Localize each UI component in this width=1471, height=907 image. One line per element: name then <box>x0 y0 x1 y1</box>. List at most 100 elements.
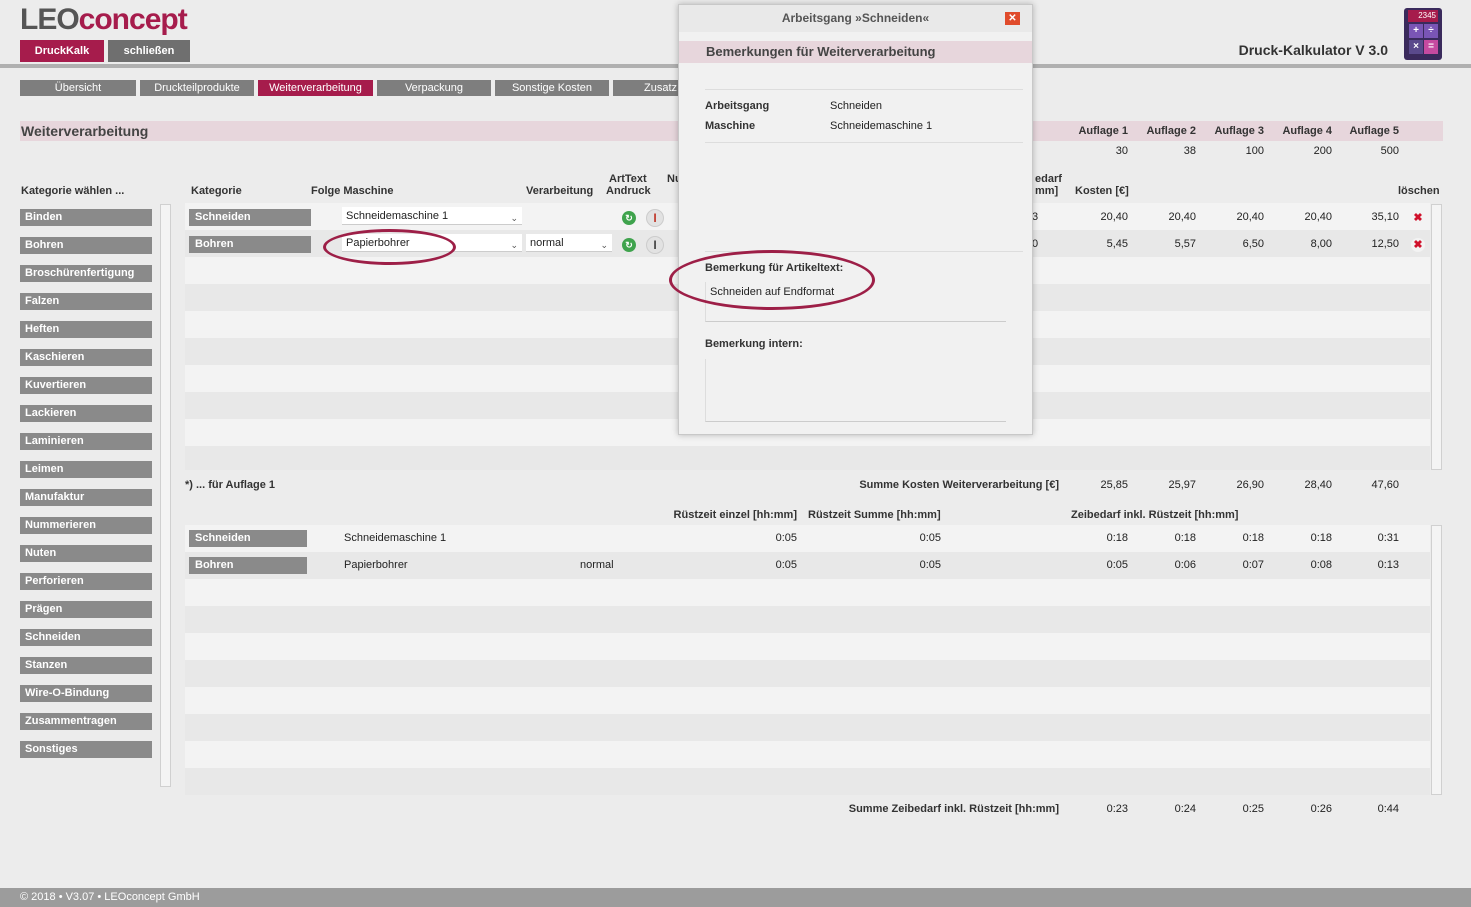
summe-zeibedarf-value: 0:26 <box>1310 803 1332 815</box>
summe-zeibedarf-value: 0:24 <box>1174 803 1196 815</box>
chevron-down-icon: ⌄ <box>510 240 518 250</box>
ruestzeit-einzel: 0:05 <box>775 532 797 544</box>
row-kategorie: Schneiden <box>189 530 307 547</box>
table-row <box>185 606 1430 633</box>
table-row <box>185 714 1430 741</box>
times-scrollbar[interactable] <box>1431 525 1442 795</box>
auflage-value: 30 <box>1115 145 1128 157</box>
sidebar-item-falzen[interactable]: Falzen <box>20 293 152 310</box>
delete-icon[interactable]: ✖ <box>1411 238 1425 252</box>
kosten-value: 20,40 <box>1304 211 1332 223</box>
col-kategorie: Kategorie <box>191 185 242 197</box>
row-verarbeitung: normal <box>580 559 614 571</box>
intern-label: Bemerkung intern: <box>705 338 803 350</box>
zeibedarf-value: 0:31 <box>1377 532 1399 544</box>
summe-zeibedarf-value: 0:23 <box>1106 803 1128 815</box>
auflage-label: Auflage 5 <box>1349 125 1399 137</box>
text-cursor-icon[interactable]: I <box>646 236 664 254</box>
dialog-title: Arbeitsgang »Schneiden« <box>679 5 1032 32</box>
app-logo: LEOconcept <box>20 3 188 36</box>
delete-icon[interactable]: ✖ <box>1411 211 1425 225</box>
tab-verpackung[interactable]: Verpackung <box>377 80 491 96</box>
arbeitsgang-value: Schneiden <box>830 100 882 112</box>
table-row <box>185 633 1430 660</box>
kosten-value: 20,40 <box>1236 211 1264 223</box>
ruestzeit-summe: 0:05 <box>919 559 941 571</box>
auflage-label: Auflage 4 <box>1282 125 1332 137</box>
sidebar-item-nummerieren[interactable]: Nummerieren <box>20 517 152 534</box>
summe-kosten-value: 26,90 <box>1236 479 1264 491</box>
tab-uebersicht[interactable]: Übersicht <box>20 80 136 96</box>
tab-druckteilprodukte[interactable]: Druckteilprodukte <box>140 80 254 96</box>
table-row <box>185 768 1430 795</box>
zeibedarf-value: 0:07 <box>1242 559 1264 571</box>
section-title: Weiterverarbeitung <box>21 123 149 139</box>
sidebar-item-lackieren[interactable]: Lackieren <box>20 405 152 422</box>
calculator-icon[interactable]: 2345 + ÷ × = <box>1404 8 1442 60</box>
tab-sonstige-kosten[interactable]: Sonstige Kosten <box>495 80 609 96</box>
row-kategorie: Bohren <box>189 557 307 574</box>
sidebar-item-bohren[interactable]: Bohren <box>20 237 152 254</box>
summe-kosten-value: 28,40 <box>1304 479 1332 491</box>
auflage-label: Auflage 3 <box>1214 125 1264 137</box>
sidebar-item-binden[interactable]: Binden <box>20 209 152 226</box>
sidebar-item-perforieren[interactable]: Perforieren <box>20 573 152 590</box>
row-maschine: Papierbohrer <box>344 559 408 571</box>
table-row <box>185 741 1430 768</box>
sidebar-item-stanzen[interactable]: Stanzen <box>20 657 152 674</box>
arbeitsgang-label: Arbeitsgang <box>705 100 770 112</box>
refresh-icon[interactable]: ↻ <box>622 238 636 252</box>
auflage-value: 38 <box>1183 145 1196 157</box>
row-maschine: Schneidemaschine 1 <box>344 532 447 544</box>
verarbeitung-select[interactable]: normal ⌄ <box>526 234 612 252</box>
kosten-value: 20,40 <box>1168 211 1196 223</box>
footnote: *) ... für Auflage 1 <box>185 479 276 491</box>
sidebar-item-nuten[interactable]: Nuten <box>20 545 152 562</box>
kosten-value: 8,00 <box>1310 238 1332 250</box>
maschine-label: Maschine <box>705 120 756 132</box>
col-bedarf-unit: mm] <box>1035 185 1059 197</box>
auflage-value: 500 <box>1380 145 1399 157</box>
table-row <box>185 446 1430 470</box>
intern-field[interactable] <box>705 359 1006 422</box>
col-loeschen: löschen <box>1398 185 1440 197</box>
sidebar-item-kaschieren[interactable]: Kaschieren <box>20 349 152 366</box>
close-button[interactable]: schließen <box>108 40 190 62</box>
summe-kosten-value: 25,97 <box>1168 479 1196 491</box>
summe-kosten-label: Summe Kosten Weiterverarbeitung [€] <box>859 479 1059 491</box>
sidebar-item-wire-o-bindung[interactable]: Wire-O-Bindung <box>20 685 152 702</box>
text-cursor-icon[interactable]: I <box>646 209 664 227</box>
sidebar-item-kuvertieren[interactable]: Kuvertieren <box>20 377 152 394</box>
sidebar-item-heften[interactable]: Heften <box>20 321 152 338</box>
sidebar-item-laminieren[interactable]: Laminieren <box>20 433 152 450</box>
kosten-value: 35,10 <box>1371 211 1399 223</box>
tab-weiterverarbeitung[interactable]: Weiterverarbeitung <box>258 80 373 96</box>
auflage-value: 100 <box>1245 145 1264 157</box>
col-arttext: ArtText <box>609 173 647 185</box>
sidebar-item-praegen[interactable]: Prägen <box>20 601 152 618</box>
close-icon[interactable]: ✕ <box>1005 12 1020 25</box>
summe-zeibedarf-value: 0:25 <box>1242 803 1264 815</box>
sidebar-item-schneiden[interactable]: Schneiden <box>20 629 152 646</box>
sidebar-scrollbar[interactable] <box>160 204 171 787</box>
row-kategorie: Schneiden <box>189 209 311 226</box>
table-scrollbar[interactable] <box>1431 204 1442 470</box>
sidebar-item-sonstiges[interactable]: Sonstiges <box>20 741 152 758</box>
maschine-select[interactable]: Schneidemaschine 1 ⌄ <box>342 207 522 225</box>
sidebar-item-broschuerenfertigung[interactable]: Broschürenfertigung <box>20 265 152 282</box>
ruestzeit-summe: 0:05 <box>919 532 941 544</box>
sidebar-item-zusammentragen[interactable]: Zusammentragen <box>20 713 152 730</box>
col-ruestzeit-summe: Rüstzeit Summe [hh:mm] <box>808 509 941 521</box>
app-title: Druck-Kalkulator V 3.0 <box>1238 42 1388 58</box>
table-row <box>185 660 1430 687</box>
divider <box>705 89 1023 90</box>
zeibedarf-value: 0:08 <box>1310 559 1332 571</box>
refresh-icon[interactable]: ↻ <box>622 211 636 225</box>
kosten-value: 5,45 <box>1106 238 1128 250</box>
summe-kosten-value: 47,60 <box>1371 479 1399 491</box>
table-row <box>185 579 1430 606</box>
col-zeibedarf: Zeibedarf inkl. Rüstzeit [hh:mm] <box>1071 509 1239 521</box>
sidebar-item-manufaktur[interactable]: Manufaktur <box>20 489 152 506</box>
druckkalk-button[interactable]: DruckKalk <box>20 40 104 62</box>
sidebar-item-leimen[interactable]: Leimen <box>20 461 152 478</box>
